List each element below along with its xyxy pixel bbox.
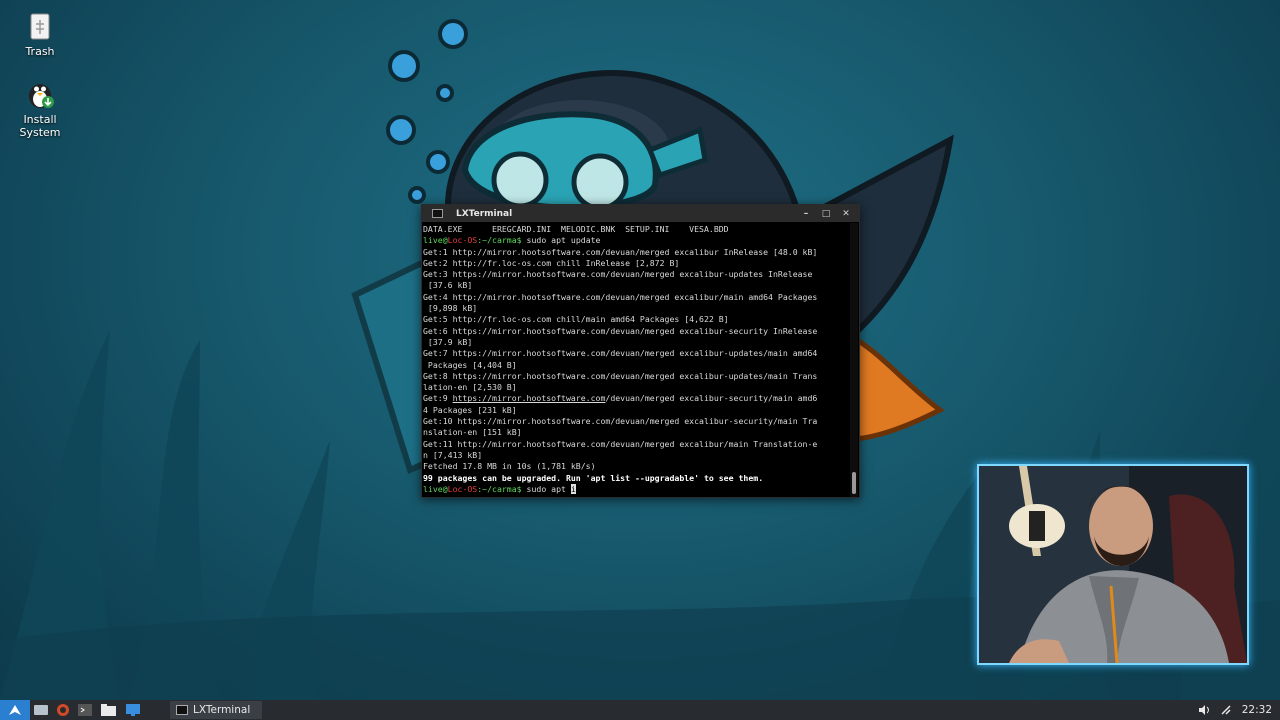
terminal-line: Get:9 https://mirror.hootsoftware.com/de… xyxy=(423,393,850,404)
terminal-line: nslation-en [151 kB] xyxy=(423,427,850,438)
file-manager-icon xyxy=(34,705,48,715)
output-text: DATA.EXE EREGCARD.INI MELODIC.BNK SETUP.… xyxy=(423,224,729,234)
output-text: Get:4 http://mirror.hootsoftware.com/dev… xyxy=(423,291,818,302)
maximize-button[interactable]: □ xyxy=(819,209,833,219)
terminal-icon xyxy=(78,704,92,716)
terminal-launcher[interactable] xyxy=(74,700,96,720)
terminal-line: Get:11 http://mirror.hootsoftware.com/de… xyxy=(423,439,850,450)
terminal-line: [37.6 kB] xyxy=(423,280,850,291)
terminal-line: Get:8 https://mirror.hootsoftware.com/de… xyxy=(423,371,850,382)
scrollbar-thumb[interactable] xyxy=(852,472,856,494)
minimize-button[interactable]: – xyxy=(799,209,813,219)
terminal-line: Get:6 https://mirror.hootsoftware.com/de… xyxy=(423,326,850,337)
command-text: sudo apt update xyxy=(521,235,601,246)
start-menu-icon xyxy=(9,705,21,715)
volume-icon[interactable] xyxy=(1198,704,1210,716)
start-menu-button[interactable] xyxy=(0,700,30,720)
desktop-icon-install-system[interactable]: Install System xyxy=(5,78,75,139)
output-text: lation-en [2,530 B] xyxy=(423,382,517,393)
desktop: Trash Install System LXTerminal – □ ✕ DA… xyxy=(0,0,1280,700)
taskbar-item-lxterminal[interactable]: LXTerminal xyxy=(170,701,263,719)
desktop-launcher[interactable] xyxy=(120,700,146,720)
text-cursor: i xyxy=(570,483,576,494)
output-text: /devuan/merged excalibur-security/main a… xyxy=(605,393,818,404)
network-icon[interactable] xyxy=(1220,704,1232,716)
output-text: [9,898 kB] xyxy=(423,303,478,314)
terminal-line: 99 packages can be upgraded. Run 'apt li… xyxy=(423,473,850,484)
terminal-window[interactable]: LXTerminal – □ ✕ DATA.EXE EREGCARD.INI M… xyxy=(421,204,860,498)
hovered-link: https://mirror.hootsoftware.com xyxy=(452,393,606,404)
output-text: Packages [4,404 B] xyxy=(423,359,517,370)
clock[interactable]: 22:32 xyxy=(1242,704,1272,716)
terminal-line: Get:1 http://mirror.hootsoftware.com/dev… xyxy=(423,247,850,258)
output-text: Get:2 http://fr.loc-os.com chill InRelea… xyxy=(423,257,680,268)
terminal-line: 4 Packages [231 kB] xyxy=(423,405,850,416)
terminal-line: Get:7 https://mirror.hootsoftware.com/de… xyxy=(423,348,850,359)
output-text: Fetched 17.8 MB in 10s (1,781 kB/s) xyxy=(423,461,596,472)
terminal-icon xyxy=(432,209,443,218)
close-button[interactable]: ✕ xyxy=(839,209,853,219)
trash-icon xyxy=(24,10,56,42)
prompt-host: Loc-OS xyxy=(447,235,478,246)
terminal-line: [9,898 kB] xyxy=(423,303,850,314)
terminal-line: DATA.EXE EREGCARD.INI MELODIC.BNK SETUP.… xyxy=(423,224,850,235)
prompt-path: :~/carma$ xyxy=(477,483,522,494)
terminal-line: Get:4 http://mirror.hootsoftware.com/dev… xyxy=(423,292,850,303)
file-manager-launcher[interactable] xyxy=(30,700,52,720)
output-text: [37.9 kB] xyxy=(423,336,473,347)
output-text: Get:11 http://mirror.hootsoftware.com/de… xyxy=(423,438,818,449)
desktop-icon-label: Install System xyxy=(19,113,61,139)
output-text: Get:10 https://mirror.hootsoftware.com/d… xyxy=(423,416,818,427)
output-text: n [7,413 kB] xyxy=(423,449,483,460)
prompt-user: live xyxy=(423,235,443,246)
prompt-path: :~/carma$ xyxy=(477,235,522,246)
output-text: Get:7 https://mirror.hootsoftware.com/de… xyxy=(423,348,818,359)
terminal-titlebar[interactable]: LXTerminal – □ ✕ xyxy=(422,205,859,222)
output-text: Get:1 http://mirror.hootsoftware.com/dev… xyxy=(423,246,818,257)
browser-icon xyxy=(57,704,69,716)
output-text: nslation-en [151 kB] xyxy=(423,427,522,438)
system-tray: 22:32 xyxy=(1198,700,1272,720)
output-text: Get:9 xyxy=(423,393,453,404)
output-text: Get:8 https://mirror.hootsoftware.com/de… xyxy=(423,370,818,381)
webcam-overlay xyxy=(977,464,1249,665)
penguin-install-icon xyxy=(24,78,56,110)
terminal-output[interactable]: DATA.EXE EREGCARD.INI MELODIC.BNK SETUP.… xyxy=(422,223,850,497)
terminal-icon xyxy=(176,705,188,715)
terminal-line: live@Loc-OS:~/carma$ sudo apt i xyxy=(423,483,850,495)
output-text: Get:5 http://fr.loc-os.com chill/main am… xyxy=(423,314,729,325)
folder-launcher[interactable] xyxy=(96,700,120,720)
terminal-line: [37.9 kB] xyxy=(423,337,850,348)
prompt-host: Loc-OS xyxy=(447,483,478,494)
terminal-line: live@Loc-OS:~/carma$ sudo apt update xyxy=(423,235,850,246)
terminal-line: Get:5 http://fr.loc-os.com chill/main am… xyxy=(423,314,850,325)
screen-icon xyxy=(126,704,140,716)
command-text: sudo apt xyxy=(521,483,571,494)
taskbar: LXTerminal 22:32 xyxy=(0,700,1280,720)
window-title: LXTerminal xyxy=(456,208,513,219)
window-controls: – □ ✕ xyxy=(799,205,853,222)
taskbar-item-label: LXTerminal xyxy=(193,704,251,716)
terminal-line: Get:10 https://mirror.hootsoftware.com/d… xyxy=(423,416,850,427)
terminal-scrollbar[interactable] xyxy=(850,223,858,497)
prompt-user: live xyxy=(423,483,443,494)
folder-icon xyxy=(100,704,116,716)
terminal-line: Get:2 http://fr.loc-os.com chill InRelea… xyxy=(423,258,850,269)
desktop-icon-label: Trash xyxy=(25,45,55,58)
terminal-line: Fetched 17.8 MB in 10s (1,781 kB/s) xyxy=(423,461,850,472)
browser-launcher[interactable] xyxy=(52,700,74,720)
output-text: 4 Packages [231 kB] xyxy=(423,404,517,415)
output-text: Get:6 https://mirror.hootsoftware.com/de… xyxy=(423,325,818,336)
terminal-line: lation-en [2,530 B] xyxy=(423,382,850,393)
desktop-icon-trash[interactable]: Trash xyxy=(5,10,75,58)
webcam-feed-image xyxy=(979,466,1247,663)
terminal-line: n [7,413 kB] xyxy=(423,450,850,461)
terminal-line: Packages [4,404 B] xyxy=(423,360,850,371)
output-text-bold: 99 packages can be upgraded. Run 'apt li… xyxy=(423,472,764,483)
output-text: Get:3 https://mirror.hootsoftware.com/de… xyxy=(423,269,813,280)
output-text: [37.6 kB] xyxy=(423,280,473,291)
terminal-line: Get:3 https://mirror.hootsoftware.com/de… xyxy=(423,269,850,280)
